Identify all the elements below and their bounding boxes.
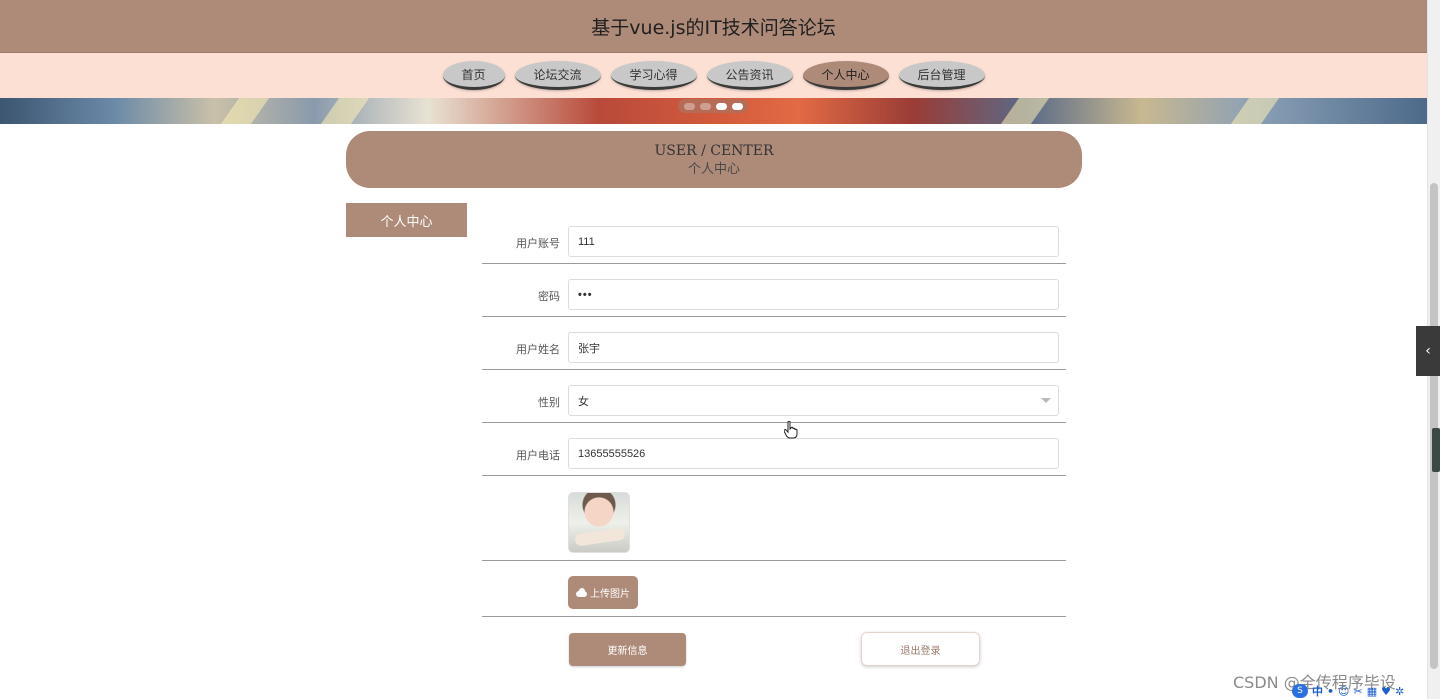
carousel-dot[interactable] bbox=[700, 102, 711, 110]
password-input[interactable]: ••• bbox=[568, 279, 1059, 310]
carousel-dot[interactable] bbox=[732, 102, 743, 110]
side-mini-widget[interactable] bbox=[1432, 428, 1440, 472]
ime-mode[interactable]: 中 bbox=[1312, 683, 1323, 699]
banner-streak bbox=[1230, 98, 1280, 124]
chevron-down-icon bbox=[1041, 398, 1051, 403]
scrollbar-thumb[interactable] bbox=[1430, 183, 1438, 669]
username-input[interactable]: 111 bbox=[568, 226, 1059, 257]
hand-cursor-icon bbox=[784, 421, 798, 439]
ime-skin-icon[interactable]: ♥ bbox=[1381, 685, 1391, 698]
sidebar-item-user-center[interactable]: 个人中心 bbox=[346, 203, 467, 237]
update-info-button[interactable]: 更新信息 bbox=[569, 633, 686, 666]
section-title-zh: 个人中心 bbox=[687, 161, 740, 177]
nav-item-announcements[interactable]: 公告资讯 bbox=[706, 61, 793, 90]
upload-image-label: 上传图片 bbox=[590, 589, 630, 600]
banner-streak bbox=[220, 98, 270, 124]
upload-cloud-icon bbox=[576, 588, 587, 597]
form-row-username: 用户账号 111 bbox=[482, 216, 1066, 264]
gender-label: 性别 bbox=[538, 396, 560, 409]
ime-toolbar[interactable]: S 中 • ☺ ✂ ▦ ♥ ✲ bbox=[1292, 683, 1427, 699]
banner-streak bbox=[320, 98, 370, 124]
password-label: 密码 bbox=[538, 290, 560, 303]
form-row-upload: 上传图片 bbox=[482, 561, 1066, 617]
nav-item-forum[interactable]: 论坛交流 bbox=[514, 61, 601, 90]
site-header: 基于vue.js的IT技术问答论坛 bbox=[0, 0, 1427, 53]
nav-item-home[interactable]: 首页 bbox=[442, 61, 505, 90]
banner-streak bbox=[1000, 98, 1050, 124]
carousel-indicators bbox=[678, 99, 748, 113]
avatar bbox=[568, 492, 630, 553]
gender-select[interactable]: 女 bbox=[568, 385, 1059, 416]
side-panel-toggle[interactable]: ‹ bbox=[1416, 326, 1440, 376]
ime-emoji-icon[interactable]: ☺ bbox=[1338, 685, 1349, 698]
form-row-phone: 用户电话 13655555526 bbox=[482, 423, 1066, 476]
section-title: USER / CENTER 个人中心 bbox=[346, 131, 1082, 188]
ime-tools-icon[interactable]: ✂ bbox=[1354, 685, 1363, 698]
form-row-name: 用户姓名 张宇 bbox=[482, 317, 1066, 370]
form-row-password: 密码 ••• bbox=[482, 264, 1066, 317]
ime-logo-icon[interactable]: S bbox=[1292, 684, 1308, 698]
ime-keyboard-icon[interactable]: ▦ bbox=[1367, 685, 1377, 698]
username-label: 用户账号 bbox=[516, 237, 560, 250]
site-title: 基于vue.js的IT技术问答论坛 bbox=[591, 16, 836, 39]
nav-item-user-center[interactable]: 个人中心 bbox=[802, 61, 889, 90]
main-nav: 首页 论坛交流 学习心得 公告资讯 个人中心 后台管理 bbox=[0, 53, 1427, 98]
nav-item-study-notes[interactable]: 学习心得 bbox=[610, 61, 697, 90]
banner-carousel bbox=[0, 98, 1427, 124]
name-input[interactable]: 张宇 bbox=[568, 332, 1059, 363]
phone-input[interactable]: 13655555526 bbox=[568, 438, 1059, 469]
avatar-detail bbox=[574, 527, 626, 547]
form-row-gender: 性别 女 bbox=[482, 370, 1066, 423]
logout-button[interactable]: 退出登录 bbox=[861, 632, 980, 666]
carousel-dot[interactable] bbox=[716, 102, 727, 110]
upload-image-button[interactable]: 上传图片 bbox=[568, 576, 638, 609]
name-label: 用户姓名 bbox=[516, 343, 560, 356]
gender-select-value: 女 bbox=[578, 395, 589, 408]
ime-settings-icon[interactable]: ✲ bbox=[1395, 685, 1404, 698]
form-row-avatar bbox=[482, 476, 1066, 561]
carousel-dot[interactable] bbox=[684, 102, 695, 110]
section-title-en: USER / CENTER bbox=[654, 142, 774, 159]
nav-item-admin[interactable]: 后台管理 bbox=[898, 61, 985, 90]
chevron-left-icon: ‹ bbox=[1425, 343, 1431, 359]
phone-label: 用户电话 bbox=[516, 449, 560, 462]
ime-punct-icon[interactable]: • bbox=[1327, 685, 1334, 698]
user-profile-form: 用户账号 111 密码 ••• 用户姓名 张宇 性别 女 用户电话 136555… bbox=[482, 216, 1066, 617]
